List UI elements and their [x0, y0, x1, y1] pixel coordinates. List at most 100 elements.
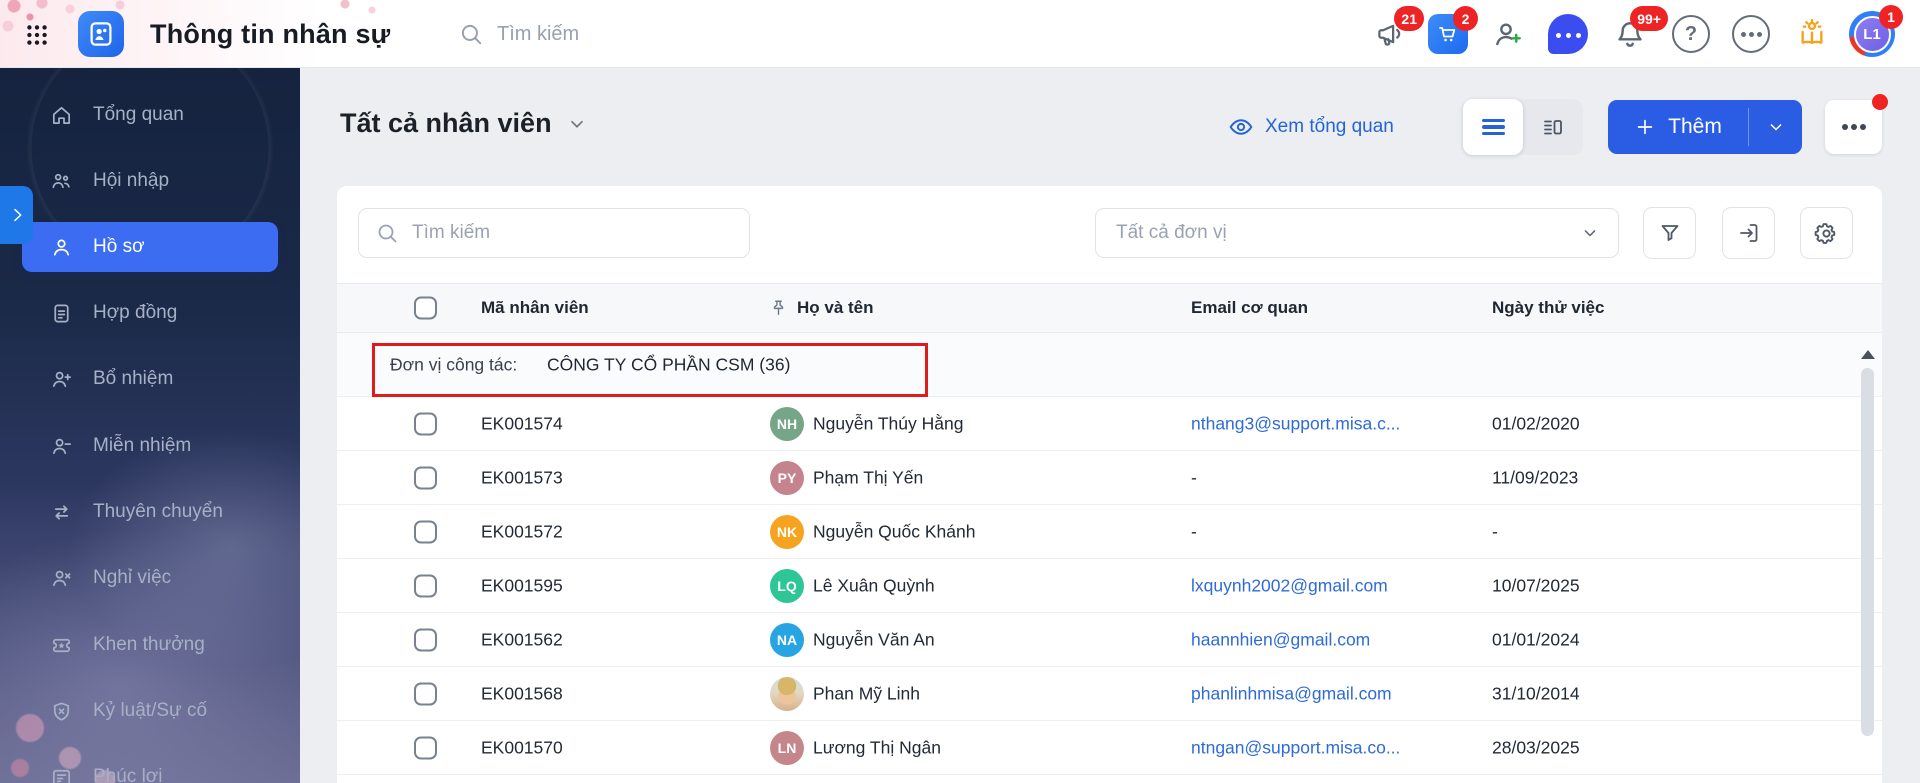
sidebar-item-mien-nhiem[interactable]: Miễn nhiệm: [22, 422, 278, 470]
sidebar-item-nghi-viec[interactable]: Nghỉ việc: [22, 554, 278, 602]
person-plus-icon: [52, 371, 71, 387]
table-search-input[interactable]: Tìm kiếm: [358, 208, 750, 258]
table-row[interactable]: EK001574 NH Nguyễn Thúy Hằng nthang3@sup…: [337, 397, 1882, 451]
gear-icon: [1814, 222, 1836, 244]
sidebar-item-label: Hội nhập: [93, 170, 170, 191]
view-selector[interactable]: Tất cả nhân viên: [340, 108, 588, 139]
sidebar-item-hoi-nhap[interactable]: Hội nhập: [22, 157, 278, 205]
table-row[interactable]: EK001573 PY Phạm Thị Yến - 11/09/2023: [337, 451, 1882, 505]
row-checkbox[interactable]: [414, 736, 437, 759]
sidebar-item-ky-luat[interactable]: Kỷ luật/Sự cố: [22, 687, 278, 735]
list-view-button[interactable]: [1463, 99, 1523, 155]
hr-app-icon[interactable]: [78, 11, 124, 57]
sidebar-item-hop-dong[interactable]: Hợp đồng: [22, 289, 278, 337]
view-title: Tất cả nhân viên: [340, 108, 552, 138]
export-icon: [1739, 224, 1757, 242]
table-row[interactable]: EK001572 NK Nguyễn Quốc Khánh - -: [337, 505, 1882, 559]
employee-code: EK001595: [481, 575, 563, 595]
table-row[interactable]: EK001570 LN Lương Thị Ngân ntngan@suppor…: [337, 721, 1882, 775]
view-mode-toggle: [1463, 99, 1583, 155]
split-view-button[interactable]: [1523, 99, 1583, 155]
invite-user-button[interactable]: [1488, 14, 1528, 54]
knowledge-button[interactable]: [1792, 14, 1832, 54]
table-search-placeholder: Tìm kiếm: [412, 222, 491, 243]
announcements-button[interactable]: 21: [1370, 6, 1424, 54]
store-button[interactable]: 2: [1428, 6, 1478, 54]
split-view-icon: [1544, 120, 1562, 135]
sidebar-expand-toggle[interactable]: [0, 186, 33, 244]
column-header-probation[interactable]: Ngày thử việc: [1492, 298, 1604, 318]
column-header-name[interactable]: Họ và tên: [797, 298, 874, 318]
unit-filter-select[interactable]: Tất cả đơn vị: [1095, 208, 1619, 258]
filter-button[interactable]: [1643, 207, 1696, 259]
group-label: Đơn vị công tác:: [390, 354, 518, 374]
employee-name[interactable]: Phạm Thị Yến: [813, 467, 923, 488]
add-dropdown-button[interactable]: [1749, 100, 1802, 154]
document-icon: [54, 303, 69, 323]
topbar: Thông tin nhân sự Tìm kiếm 21 2 99+ ? L1…: [0, 0, 1920, 68]
sidebar-item-bo-nhiem[interactable]: Bổ nhiệm: [22, 355, 278, 403]
row-checkbox[interactable]: [414, 412, 437, 435]
notifications-button[interactable]: 99+: [1610, 6, 1668, 54]
sidebar-item-phuc-loi[interactable]: Phúc lợi: [22, 753, 278, 783]
sidebar-item-label: Nghỉ việc: [93, 567, 172, 588]
row-checkbox[interactable]: [414, 520, 437, 543]
sidebar-item-label: Phúc lợi: [93, 766, 163, 783]
row-checkbox[interactable]: [414, 628, 437, 651]
table-row[interactable]: EK001595 LQ Lê Xuân Quỳnh lxquynh2002@gm…: [337, 559, 1882, 613]
view-overview-label: Xem tổng quan: [1265, 116, 1394, 137]
scroll-up-arrow[interactable]: [1861, 350, 1875, 359]
chat-button[interactable]: [1548, 14, 1588, 54]
column-header-code[interactable]: Mã nhân viên: [481, 298, 589, 318]
sidebar-item-label: Hồ sơ: [93, 236, 145, 257]
app-launcher-icon[interactable]: [24, 22, 50, 48]
row-checkbox[interactable]: [414, 466, 437, 489]
row-checkbox[interactable]: [414, 682, 437, 705]
chevron-right-icon: [13, 208, 21, 222]
employee-name[interactable]: Nguyễn Quốc Khánh: [813, 521, 975, 542]
row-checkbox[interactable]: [414, 574, 437, 597]
help-button[interactable]: ?: [1671, 14, 1711, 54]
employee-email-link[interactable]: phanlinhmisa@gmail.com: [1191, 683, 1392, 704]
table-row[interactable]: EK001562 NA Nguyễn Văn An haannhien@gmai…: [337, 613, 1882, 667]
employee-name[interactable]: Nguyễn Văn An: [813, 629, 935, 650]
main-content: Tất cả nhân viên Xem tổng quan Thêm Tìm …: [300, 68, 1920, 783]
employee-name[interactable]: Nguyễn Thúy Hằng: [813, 413, 963, 434]
user-avatar[interactable]: L1 1: [1849, 5, 1903, 57]
employee-name[interactable]: Lương Thị Ngân: [813, 737, 941, 758]
employee-code: EK001570: [481, 737, 563, 757]
employee-email-link[interactable]: nthang3@support.misa.c...: [1191, 413, 1400, 434]
employee-name[interactable]: Lê Xuân Quỳnh: [813, 575, 935, 596]
group-row-unit[interactable]: Đơn vị công tác: CÔNG TY CỔ PHẦN CSM (36…: [337, 333, 1882, 397]
more-actions-button[interactable]: [1825, 94, 1888, 154]
employee-email-link[interactable]: haannhien@gmail.com: [1191, 629, 1370, 650]
employee-email-link[interactable]: ntngan@support.misa.co...: [1191, 737, 1400, 758]
sidebar-item-tong-quan[interactable]: Tổng quan: [22, 91, 278, 139]
avatar: NK: [770, 514, 804, 549]
person-x-icon: [52, 570, 71, 586]
sidebar-item-ho-so[interactable]: Hồ sơ: [22, 222, 278, 272]
sidebar-item-khen-thuong[interactable]: Khen thưởng: [22, 621, 278, 669]
employee-email-link[interactable]: -: [1191, 467, 1197, 488]
benefit-card-icon: [52, 769, 71, 783]
pin-icon[interactable]: [769, 299, 788, 318]
table-row[interactable]: EK001568 Phan Mỹ Linh phanlinhmisa@gmail…: [337, 667, 1882, 721]
view-overview-link[interactable]: Xem tổng quan: [1228, 114, 1394, 140]
ellipsis-icon: [1850, 124, 1857, 130]
add-employee-button[interactable]: Thêm: [1608, 100, 1748, 154]
employee-email-link[interactable]: lxquynh2002@gmail.com: [1191, 575, 1388, 596]
settings-button[interactable]: [1800, 207, 1853, 259]
vertical-scrollbar[interactable]: [1861, 368, 1874, 736]
employee-name[interactable]: Phan Mỹ Linh: [813, 683, 920, 704]
avatar: PY: [770, 460, 804, 495]
global-search[interactable]: Tìm kiếm: [458, 0, 579, 68]
sidebar-item-thuyen-chuyen[interactable]: Thuyên chuyển: [22, 488, 278, 536]
export-button[interactable]: [1722, 207, 1775, 259]
column-header-email[interactable]: Email cơ quan: [1191, 298, 1308, 318]
home-icon: [52, 106, 71, 124]
select-all-checkbox[interactable]: [414, 296, 437, 320]
more-apps-button[interactable]: [1731, 14, 1771, 54]
avatar: NA: [770, 622, 804, 657]
question-mark-icon: ?: [1672, 15, 1710, 53]
employee-email-link[interactable]: -: [1191, 521, 1197, 542]
